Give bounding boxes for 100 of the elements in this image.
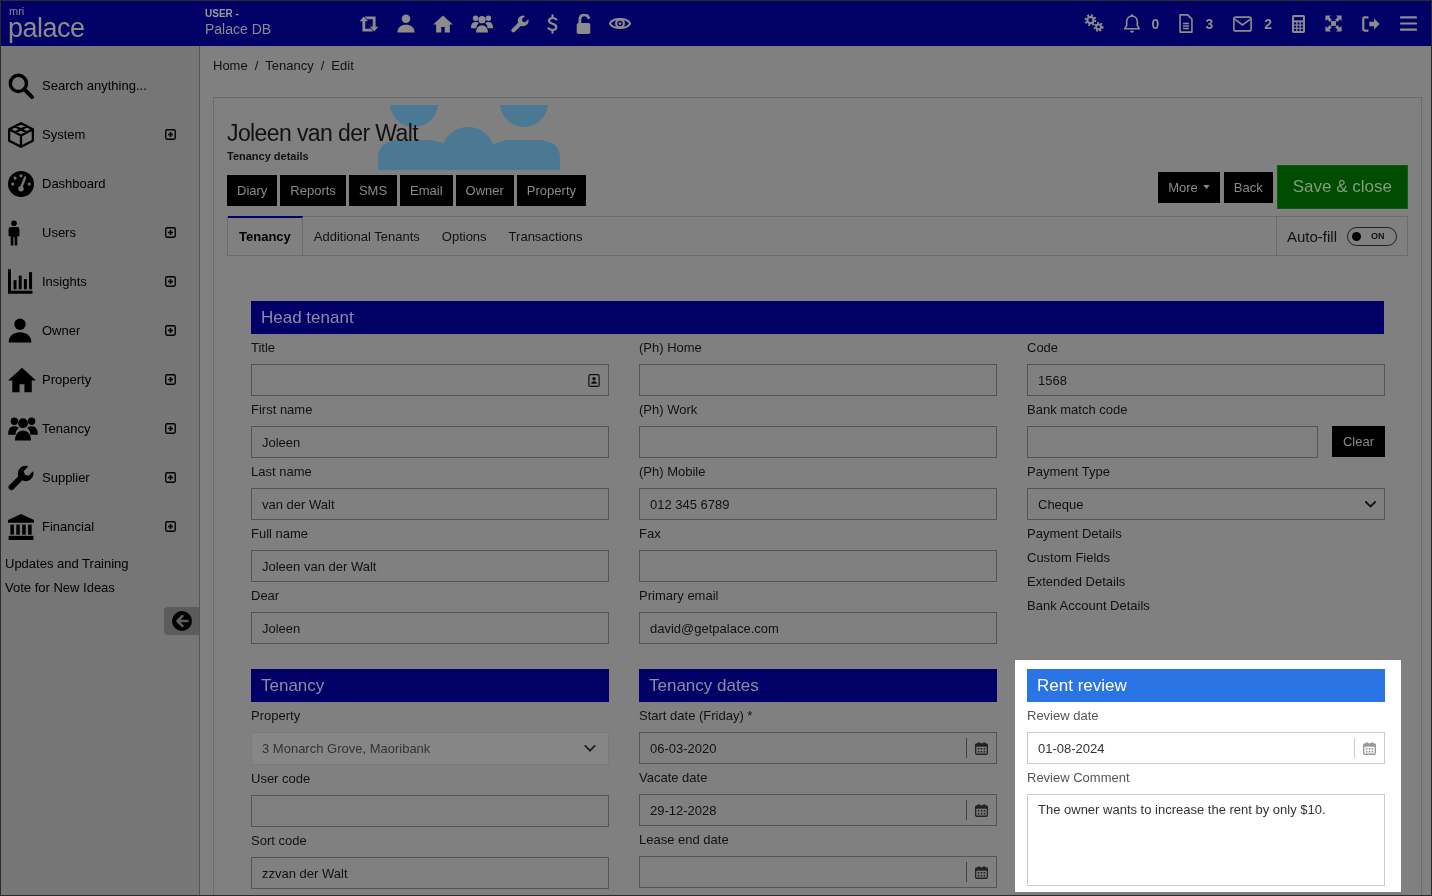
text-field[interactable]: 1568 — [1027, 364, 1385, 396]
text-field[interactable] — [251, 795, 609, 827]
text-field[interactable]: 012 345 6789 — [639, 488, 997, 520]
clear-button[interactable]: Clear — [1331, 426, 1385, 457]
date-field[interactable]: 06-03-2020 — [639, 732, 997, 764]
sidebar-item[interactable]: Dashboard — [1, 159, 199, 208]
calculator-icon[interactable] — [1292, 14, 1305, 33]
sidebar-item[interactable]: Tenancy — [1, 404, 199, 453]
calendar-icon[interactable] — [975, 803, 988, 817]
date-field[interactable]: 01-08-2024 — [1027, 732, 1385, 764]
date-field[interactable]: 29-12-2028 — [639, 794, 997, 826]
calendar-icon[interactable] — [1363, 741, 1376, 755]
search-link[interactable]: Search anything... — [1, 61, 199, 110]
comment-field[interactable]: The owner wants to increase the rent by only $10. — [1027, 794, 1385, 886]
section-link[interactable]: Payment Details — [1027, 522, 1122, 546]
notification-count: 2 — [1264, 15, 1272, 32]
menu-icon[interactable] — [1400, 16, 1417, 31]
sign-out-icon[interactable] — [1362, 15, 1380, 32]
date-field[interactable] — [639, 856, 997, 888]
text-field[interactable] — [251, 364, 609, 396]
tab[interactable]: Transactions — [497, 217, 594, 255]
quick-action-button[interactable]: Property — [516, 175, 586, 206]
text-field[interactable] — [1027, 426, 1318, 458]
plus-square-icon[interactable] — [165, 129, 176, 140]
quick-action-button[interactable]: Owner — [455, 175, 514, 206]
text-field[interactable] — [639, 426, 997, 458]
wrench-icon[interactable] — [511, 14, 529, 33]
quick-action-button[interactable]: Diary — [227, 175, 278, 206]
sidebar-item[interactable]: Property — [1, 355, 199, 404]
gauge-icon — [8, 170, 34, 197]
contact-card-icon[interactable] — [588, 373, 600, 387]
calendar-icon[interactable] — [975, 741, 988, 755]
padlock-icon[interactable] — [576, 13, 591, 34]
section-header: Tenancy — [251, 669, 609, 702]
plus-square-icon[interactable] — [165, 472, 176, 483]
user-icon[interactable] — [397, 14, 415, 33]
dollar-icon[interactable] — [547, 13, 558, 34]
quick-action-button[interactable]: Email — [400, 175, 453, 206]
text-field[interactable] — [639, 550, 997, 582]
quick-action-button[interactable]: Reports — [280, 175, 346, 206]
section-link[interactable]: Extended Details — [1027, 570, 1126, 594]
search-icon — [8, 72, 34, 99]
plus-square-icon[interactable] — [165, 276, 176, 287]
text-field[interactable] — [639, 364, 997, 396]
expand-icon[interactable] — [1325, 15, 1342, 32]
sidebar-item[interactable]: Users — [1, 208, 199, 257]
sidebar-item[interactable]: Insights — [1, 257, 199, 306]
tab[interactable]: Options — [430, 217, 498, 255]
sidebar-link[interactable]: Updates and Training — [1, 552, 129, 576]
notification-count: 3 — [1205, 15, 1214, 32]
envelope-icon[interactable] — [1233, 15, 1253, 32]
people-icon[interactable] — [471, 14, 493, 33]
breadcrumb-link[interactable]: Tenancy — [265, 58, 314, 74]
field-label: Full name — [251, 525, 310, 543]
more-button[interactable]: More — [1158, 171, 1220, 203]
page-title: Joleen van der Walt — [227, 119, 419, 148]
person-icon — [8, 219, 20, 246]
text-field[interactable]: Joleen — [251, 426, 609, 458]
chevron-down-icon — [584, 745, 596, 752]
section-link[interactable]: Custom Fields — [1027, 546, 1111, 570]
plus-square-icon[interactable] — [165, 521, 176, 532]
bell-icon[interactable] — [1123, 14, 1140, 33]
field-label: Vacate date — [639, 769, 709, 787]
text-field[interactable]: zzvan der Walt — [251, 857, 609, 889]
sidebar-link[interactable]: Vote for New Ideas — [1, 576, 115, 600]
tab[interactable]: Additional Tenants — [302, 217, 431, 255]
document-icon[interactable] — [1179, 14, 1194, 33]
chevron-down-icon — [1365, 500, 1376, 508]
house-icon[interactable] — [433, 14, 453, 33]
field-label: Review date — [1027, 707, 1100, 725]
eye-icon[interactable] — [609, 17, 631, 30]
field-label: Dear — [251, 587, 281, 605]
plus-square-icon[interactable] — [165, 325, 176, 336]
field-label: Bank match code — [1027, 401, 1129, 419]
sidebar-item[interactable]: Financial — [1, 502, 199, 551]
save-close-button[interactable]: Save & close — [1276, 165, 1408, 209]
quick-action-button[interactable]: SMS — [348, 175, 398, 206]
breadcrumb-link[interactable]: Home — [213, 58, 248, 74]
sidebar-item[interactable]: Supplier — [1, 453, 199, 502]
field-label: Start date (Friday) * — [639, 707, 754, 725]
dropdown-field[interactable]: Cheque — [1027, 488, 1385, 520]
text-field[interactable]: david@getpalace.com — [639, 612, 997, 644]
section-link[interactable]: Bank Account Details — [1027, 594, 1150, 618]
swap-arrows-icon[interactable] — [359, 15, 379, 32]
back-button[interactable]: Back — [1223, 171, 1273, 203]
text-field[interactable]: Joleen — [251, 612, 609, 644]
sidebar-item[interactable]: System — [1, 110, 199, 159]
gears-icon[interactable] — [1083, 14, 1104, 33]
calendar-icon[interactable] — [975, 865, 988, 879]
text-field[interactable]: Joleen van der Walt — [251, 550, 609, 582]
collapse-button[interactable] — [164, 607, 199, 635]
arrow-left-icon — [171, 611, 192, 631]
field-label: Review Comment — [1027, 769, 1131, 787]
plus-square-icon[interactable] — [165, 423, 176, 434]
sidebar-item[interactable]: Owner — [1, 306, 199, 355]
tab[interactable]: Tenancy — [228, 216, 303, 255]
plus-square-icon[interactable] — [165, 374, 176, 385]
text-field[interactable]: van der Walt — [251, 488, 609, 520]
database-name: Palace DB — [205, 20, 272, 39]
plus-square-icon[interactable] — [165, 227, 176, 238]
